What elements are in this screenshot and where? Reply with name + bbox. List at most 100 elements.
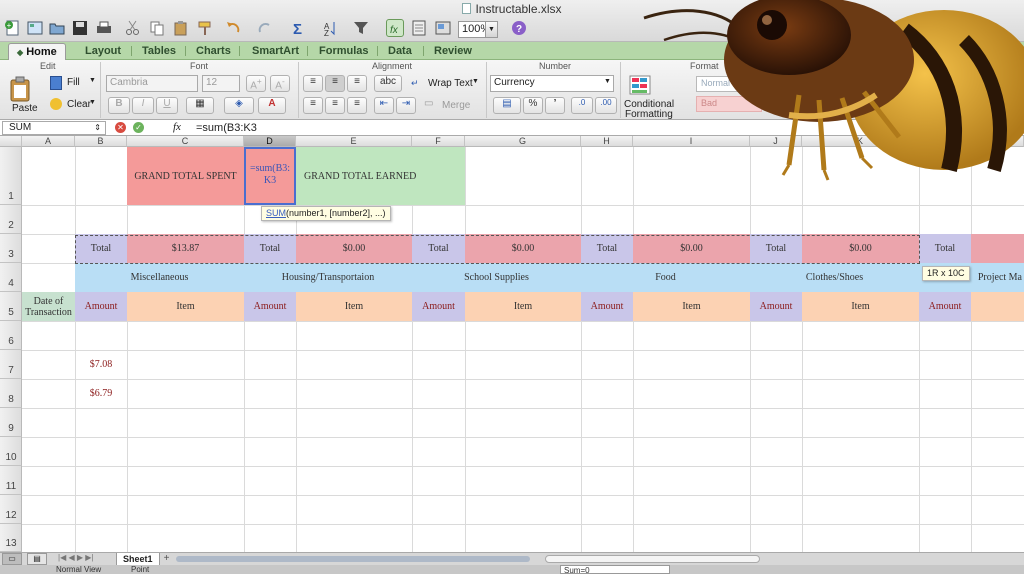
increase-font-size-icon[interactable]: A+ bbox=[246, 75, 266, 92]
active-cell-d1[interactable]: =sum(B3: K3 bbox=[244, 147, 296, 205]
cell-f4-category[interactable]: School Supplies bbox=[412, 263, 581, 292]
column-header-b[interactable]: B bbox=[75, 136, 127, 147]
align-right-icon[interactable]: ≡ bbox=[347, 97, 367, 114]
row-header-9[interactable]: 9 bbox=[0, 408, 22, 437]
tab-tables[interactable]: Tables bbox=[134, 43, 184, 60]
column-header-i[interactable]: I bbox=[633, 136, 750, 147]
templates-icon[interactable] bbox=[26, 19, 44, 37]
column-header-extra[interactable] bbox=[919, 136, 1024, 147]
styles-next-icon[interactable]: ▶ bbox=[766, 88, 780, 102]
align-center-icon[interactable]: ≡ bbox=[325, 97, 345, 114]
italic-icon[interactable]: I bbox=[132, 97, 154, 114]
column-header-a[interactable]: A bbox=[22, 136, 75, 147]
clear-button[interactable]: Clear bbox=[67, 99, 91, 110]
tab-smartart[interactable]: SmartArt bbox=[244, 43, 307, 60]
normal-view-icon[interactable]: ▭ bbox=[2, 553, 22, 565]
cell-k5[interactable]: Item bbox=[802, 292, 919, 321]
cell-l5[interactable]: Amount bbox=[919, 292, 971, 321]
borders-icon[interactable]: ▦ bbox=[186, 97, 214, 114]
insert-function-label[interactable]: fx bbox=[173, 121, 181, 133]
cell-c1[interactable]: GRAND TOTAL SPENT bbox=[127, 147, 244, 205]
formula-input[interactable]: =sum(B3:K3 bbox=[196, 122, 257, 134]
conditional-formatting-icon[interactable] bbox=[628, 74, 656, 98]
row-header-8[interactable]: 8 bbox=[0, 379, 22, 408]
horizontal-scrollbar-left[interactable] bbox=[176, 556, 530, 562]
row-header-6[interactable]: 6 bbox=[0, 321, 22, 350]
open-icon[interactable] bbox=[48, 19, 66, 37]
copy-icon[interactable] bbox=[148, 19, 166, 37]
cell-style-normal[interactable]: Normal bbox=[696, 76, 762, 92]
increase-indent-icon[interactable]: ⇥ bbox=[396, 97, 416, 114]
column-header-e[interactable]: E bbox=[296, 136, 412, 147]
text-orientation-button[interactable]: abc bbox=[374, 75, 402, 92]
column-header-d[interactable]: D bbox=[244, 136, 296, 147]
page-layout-view-icon[interactable]: ▤ bbox=[27, 553, 47, 565]
column-header-g[interactable]: G bbox=[465, 136, 581, 147]
column-header-h[interactable]: H bbox=[581, 136, 633, 147]
tab-home[interactable]: ◆ Home bbox=[8, 43, 66, 60]
tab-data[interactable]: Data bbox=[380, 43, 420, 60]
bold-icon[interactable]: B bbox=[108, 97, 130, 114]
cell-c3[interactable]: $13.87 bbox=[127, 234, 244, 263]
cell-e3[interactable]: $0.00 bbox=[296, 234, 412, 263]
status-sum[interactable]: Sum=0 bbox=[560, 565, 670, 574]
wrap-text-dropdown-icon[interactable]: ▼ bbox=[472, 78, 479, 85]
row-header-13[interactable]: 13 bbox=[0, 524, 22, 552]
decrease-indent-icon[interactable]: ⇤ bbox=[374, 97, 394, 114]
increase-decimal-icon[interactable]: .0 bbox=[571, 97, 593, 114]
function-tooltip-name[interactable]: SUM bbox=[266, 208, 286, 218]
decrease-decimal-icon[interactable]: .00 bbox=[595, 97, 617, 114]
align-left-icon[interactable]: ≡ bbox=[303, 97, 323, 114]
tab-formulas[interactable]: Formulas bbox=[311, 43, 377, 60]
currency-format-icon[interactable]: ▤ bbox=[493, 97, 521, 114]
paste-label[interactable]: Paste bbox=[12, 103, 38, 114]
number-format-dropdown-icon[interactable]: ▼ bbox=[604, 78, 611, 85]
cell-f3[interactable]: Total bbox=[412, 234, 465, 263]
insert-label[interactable]: Ins bbox=[797, 102, 810, 113]
font-color-icon[interactable]: A bbox=[258, 97, 286, 114]
cell-style-bad[interactable]: Bad bbox=[696, 96, 762, 112]
zoom-dropdown-icon[interactable]: ▼ bbox=[485, 21, 498, 38]
cell-j4-category[interactable]: Clothes/Shoes bbox=[750, 263, 919, 292]
save-icon[interactable] bbox=[71, 19, 89, 37]
format-painter-icon[interactable] bbox=[196, 19, 214, 37]
cell-b5[interactable]: Amount bbox=[75, 292, 127, 321]
row-header-2[interactable]: 2 bbox=[0, 205, 22, 234]
undo-icon[interactable] bbox=[224, 19, 242, 37]
name-box-stepper-icon[interactable]: ⇕ bbox=[94, 122, 101, 134]
column-header-k[interactable]: K bbox=[802, 136, 919, 147]
cell-b7[interactable]: $7.08 bbox=[75, 350, 127, 379]
tab-scroll-arrows-icon[interactable]: |◀ ◀ ▶ ▶| bbox=[58, 553, 93, 562]
paste-icon[interactable] bbox=[172, 19, 190, 37]
row-header-5[interactable]: 5 bbox=[0, 292, 22, 321]
cell-l3[interactable]: Total bbox=[919, 234, 971, 263]
print-icon[interactable] bbox=[95, 19, 113, 37]
cell-d4-category[interactable]: Housing/Transportaion bbox=[244, 263, 412, 292]
cell-g5[interactable]: Item bbox=[465, 292, 581, 321]
cancel-formula-icon[interactable]: ✕ bbox=[115, 122, 126, 133]
wrap-text-button[interactable]: Wrap Text bbox=[428, 78, 473, 89]
cell-d5[interactable]: Amount bbox=[244, 292, 296, 321]
decrease-font-size-icon[interactable]: A- bbox=[270, 75, 290, 92]
align-top-icon[interactable]: ≡ bbox=[303, 75, 323, 92]
select-all-corner[interactable] bbox=[0, 136, 22, 147]
paste-clipboard-icon[interactable] bbox=[9, 76, 31, 102]
row-header-3[interactable]: 3 bbox=[0, 234, 22, 263]
cell-h3[interactable]: Total bbox=[581, 234, 633, 263]
cell-g3[interactable]: $0.00 bbox=[465, 234, 581, 263]
row-header-4[interactable]: 4 bbox=[0, 263, 22, 292]
cell-i5[interactable]: Item bbox=[633, 292, 750, 321]
comma-style-button[interactable]: ’ bbox=[545, 97, 565, 114]
redo-icon[interactable] bbox=[256, 19, 274, 37]
cut-icon[interactable] bbox=[124, 19, 142, 37]
cell-e1[interactable]: GRAND TOTAL EARNED bbox=[296, 147, 465, 205]
cell-h4-category[interactable]: Food bbox=[581, 263, 750, 292]
media-browser-icon[interactable] bbox=[434, 19, 452, 37]
merge-button[interactable]: Merge bbox=[442, 100, 470, 111]
tab-layout[interactable]: Layout bbox=[77, 43, 129, 60]
name-box[interactable]: SUM ⇕ bbox=[2, 121, 106, 135]
sort-icon[interactable]: AZ bbox=[322, 19, 340, 38]
underline-icon[interactable]: U bbox=[156, 97, 178, 114]
cell-e5[interactable]: Item bbox=[296, 292, 412, 321]
new-workbook-icon[interactable]: + bbox=[4, 19, 22, 37]
